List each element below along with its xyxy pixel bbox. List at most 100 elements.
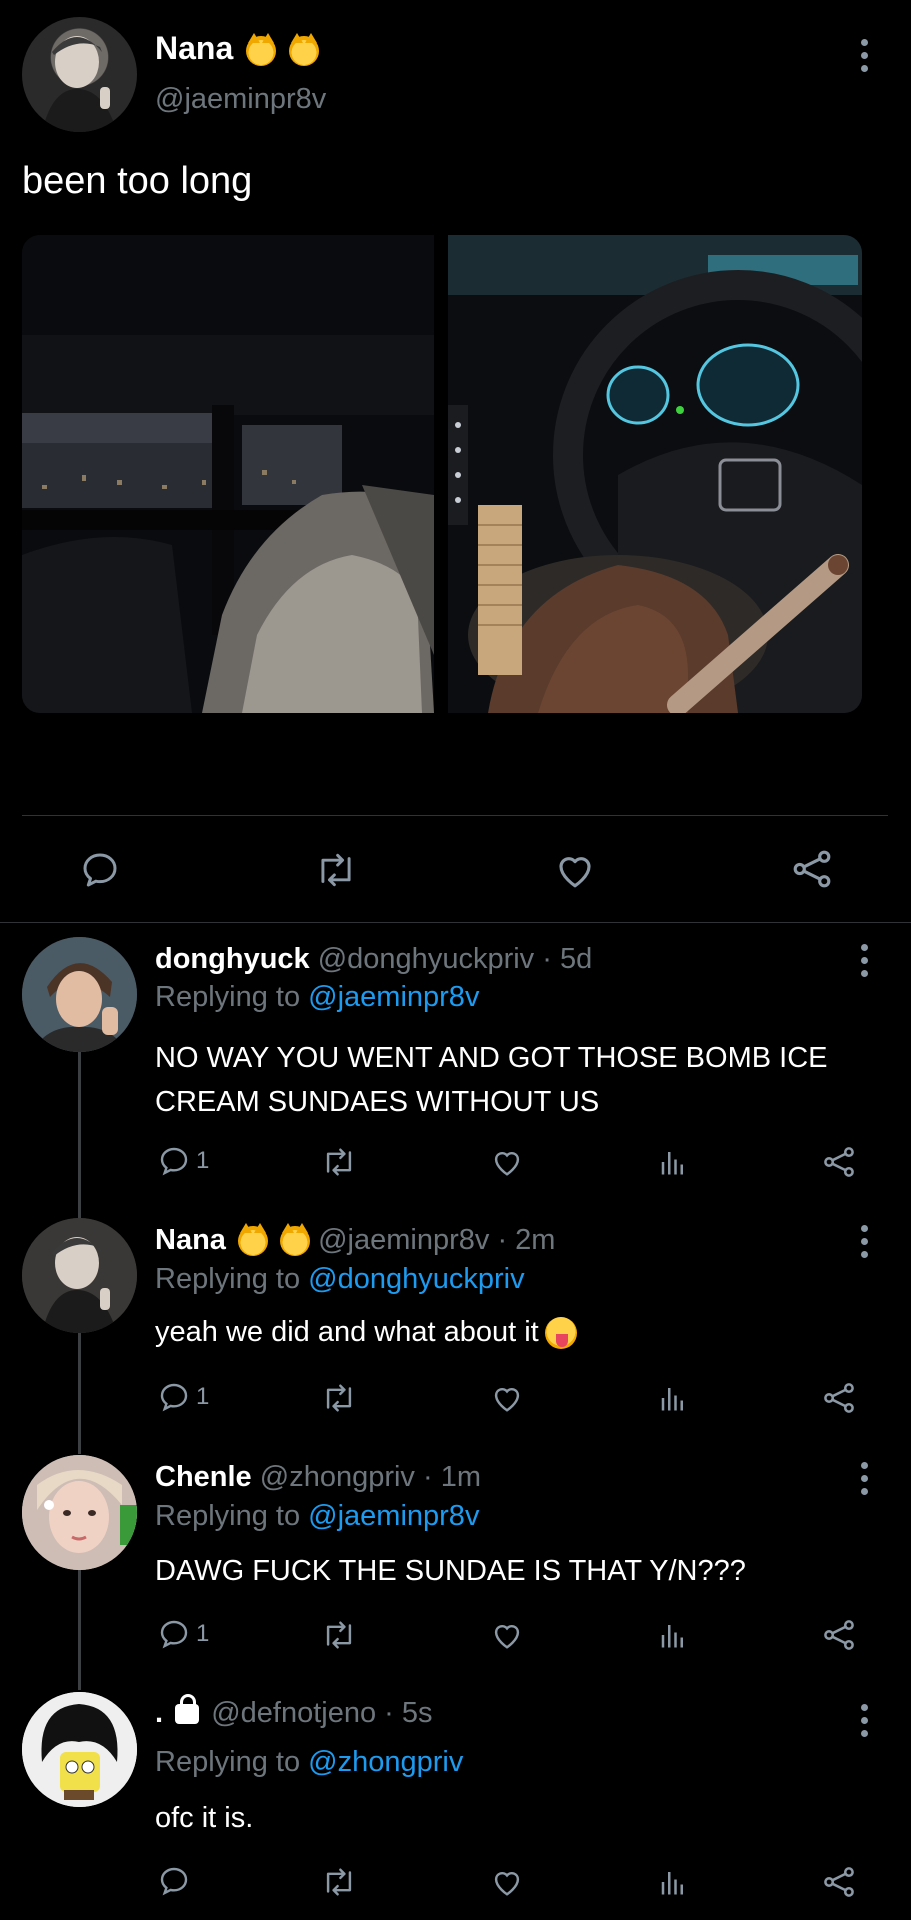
replying-to-handle[interactable]: @zhongpriv: [308, 1746, 463, 1778]
heart-icon: [494, 1387, 520, 1412]
like-button[interactable]: [490, 1620, 524, 1650]
share-button[interactable]: [822, 1865, 856, 1899]
share-icon: [824, 1867, 854, 1897]
analytics-button[interactable]: [658, 1619, 688, 1651]
reply-button[interactable]: [158, 1865, 190, 1897]
reply-count: 1: [196, 1383, 210, 1410]
author-handle[interactable]: @jaeminpr8v: [155, 83, 326, 116]
author-name[interactable]: Nana: [155, 30, 233, 66]
share-button[interactable]: [790, 848, 834, 890]
more-options-icon[interactable]: [849, 1455, 879, 1501]
replying-to: Replying to @jaeminpr8v: [155, 981, 479, 1014]
reply-header: donghyuck @donghyuckpriv · 5d: [155, 943, 592, 976]
photo-sundae-steering-wheel[interactable]: [448, 235, 862, 713]
retweet-icon: [321, 853, 351, 887]
reply-icon: [160, 1383, 188, 1412]
share-button[interactable]: [822, 1618, 856, 1652]
like-button[interactable]: [490, 1383, 524, 1413]
reply-count: 1: [196, 1620, 210, 1647]
reply-text: DAWG FUCK THE SUNDAE IS THAT Y/N???: [155, 1555, 746, 1587]
replying-to-handle[interactable]: @donghyuckpriv: [308, 1263, 524, 1295]
analytics-button[interactable]: [658, 1866, 688, 1898]
reply-button[interactable]: 1: [158, 1381, 209, 1413]
reply-author-name[interactable]: .: [155, 1697, 163, 1729]
share-icon: [824, 1383, 854, 1413]
heart-icon: [494, 1624, 520, 1649]
reply-button[interactable]: [80, 850, 120, 890]
analytics-icon: [661, 1152, 683, 1175]
reply-header: Chenle @zhongpriv · 1m: [155, 1461, 481, 1494]
kissing-cat-emoji-icon: [280, 1223, 311, 1257]
retweet-icon: [326, 1621, 352, 1649]
reply-author-name[interactable]: donghyuck: [155, 943, 310, 975]
share-button[interactable]: [822, 1145, 856, 1179]
share-icon: [824, 1147, 854, 1177]
like-button[interactable]: [554, 850, 596, 890]
reply-timestamp: · 5d: [542, 943, 593, 975]
avatar[interactable]: [22, 1455, 137, 1570]
analytics-icon: [661, 1872, 683, 1895]
like-button[interactable]: [490, 1147, 524, 1177]
like-button[interactable]: [490, 1867, 524, 1897]
reply-button[interactable]: 1: [158, 1618, 209, 1650]
reply-author-handle[interactable]: @jaeminpr8v: [318, 1224, 489, 1256]
replying-to: Replying to @zhongpriv: [155, 1746, 463, 1779]
avatar[interactable]: [22, 1692, 137, 1807]
retweet-button[interactable]: [320, 1867, 358, 1897]
reply-header: Nana @jaeminpr8v · 2m: [155, 1223, 555, 1257]
thread-line: [78, 1332, 81, 1454]
replying-to-label: Replying to: [155, 981, 301, 1013]
reply-icon: [83, 853, 117, 887]
thread-line: [78, 1570, 81, 1690]
replying-to-label: Replying to: [155, 1500, 301, 1532]
more-options-icon[interactable]: [849, 1697, 879, 1743]
kissing-cat-emoji-icon: [246, 32, 277, 66]
thread-line: [78, 1052, 81, 1218]
retweet-button[interactable]: [320, 1147, 358, 1177]
replying-to: Replying to @donghyuckpriv: [155, 1263, 525, 1296]
reply-icon: [160, 1147, 188, 1176]
heart-icon: [494, 1151, 520, 1176]
replying-to-handle[interactable]: @jaeminpr8v: [308, 1500, 479, 1532]
share-button[interactable]: [822, 1381, 856, 1415]
tweet-text: been too long: [22, 160, 253, 202]
reply-button[interactable]: 1: [158, 1145, 209, 1177]
reply-text-row: yeah we did and what about it: [155, 1316, 577, 1350]
reply-author-handle[interactable]: @donghyuckpriv: [318, 943, 534, 975]
lock-icon: [175, 1694, 200, 1725]
reply-timestamp: · 1m: [423, 1461, 481, 1493]
avatar[interactable]: [22, 1218, 137, 1333]
retweet-icon: [326, 1148, 352, 1176]
replying-to: Replying to @jaeminpr8v: [155, 1500, 479, 1533]
analytics-icon: [661, 1625, 683, 1648]
more-options-icon[interactable]: [849, 1218, 879, 1264]
retweet-button[interactable]: [320, 1383, 358, 1413]
reply-text: yeah we did and what about it: [155, 1316, 539, 1348]
photo-car-interior[interactable]: [22, 235, 434, 713]
share-icon: [793, 850, 831, 888]
kissing-cat-emoji-icon: [289, 32, 320, 66]
avatar[interactable]: [22, 17, 137, 132]
kissing-cat-emoji-icon: [237, 1223, 268, 1257]
divider: [0, 922, 911, 923]
reply-author-handle[interactable]: @defnotjeno: [211, 1697, 376, 1729]
reply-icon: [160, 1867, 188, 1896]
analytics-button[interactable]: [658, 1146, 688, 1178]
reply-text: ofc it is.: [155, 1802, 254, 1834]
retweet-button[interactable]: [314, 852, 358, 888]
more-options-icon[interactable]: [849, 937, 879, 983]
reply-author-name[interactable]: Chenle: [155, 1461, 252, 1493]
media-grid: [22, 235, 862, 713]
reply-author-handle[interactable]: @zhongpriv: [260, 1461, 415, 1493]
retweet-button[interactable]: [320, 1620, 358, 1650]
replying-to-label: Replying to: [155, 1263, 301, 1295]
replying-to-label: Replying to: [155, 1746, 301, 1778]
reply-author-name[interactable]: Nana: [155, 1224, 226, 1256]
more-options-icon[interactable]: [849, 32, 879, 78]
heart-icon: [559, 857, 591, 888]
avatar[interactable]: [22, 937, 137, 1052]
analytics-button[interactable]: [658, 1382, 688, 1414]
reply-header: . @defnotjeno · 5s: [155, 1694, 433, 1730]
reply-timestamp: · 5s: [384, 1697, 433, 1729]
replying-to-handle[interactable]: @jaeminpr8v: [308, 981, 479, 1013]
